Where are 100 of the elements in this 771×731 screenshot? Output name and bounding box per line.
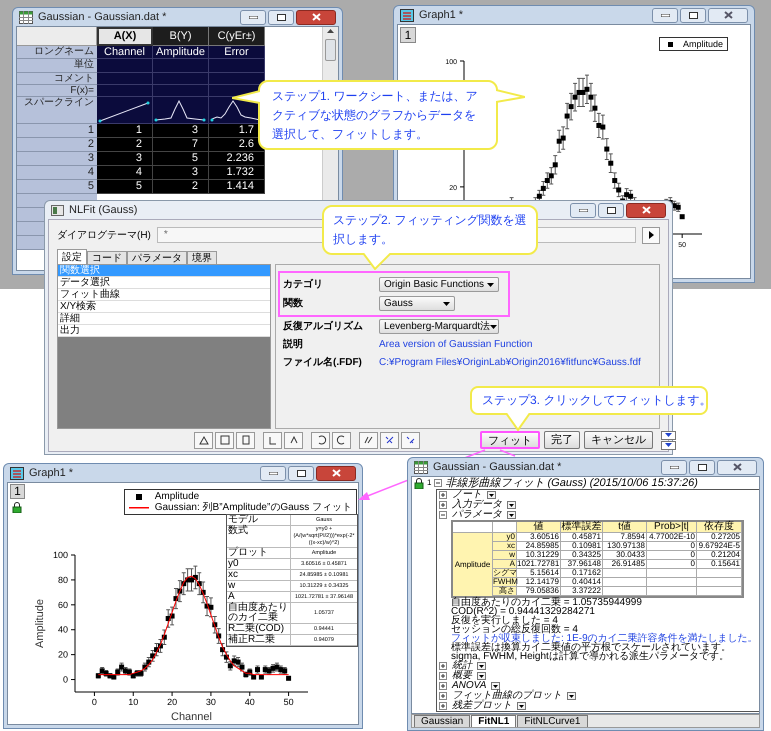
toolbar-button[interactable]: [359, 432, 378, 448]
maximize-button[interactable]: [680, 8, 706, 22]
dropdown-icon[interactable]: [487, 491, 496, 499]
sheet-tab[interactable]: Gaussian: [414, 715, 470, 727]
maximize-button[interactable]: [598, 202, 624, 218]
list-item[interactable]: データ選択: [58, 277, 270, 289]
dropdown-icon[interactable]: [491, 682, 500, 690]
table-cell: プロット: [227, 548, 291, 558]
minimize-icon: [248, 16, 258, 18]
dropdown-icon[interactable]: [517, 702, 526, 710]
link-text[interactable]: Area version of Gaussian Function: [379, 337, 532, 352]
scroll-up-button[interactable]: [661, 430, 676, 440]
list-item[interactable]: フィット曲線: [58, 289, 270, 301]
toolbar-button[interactable]: [263, 432, 282, 448]
scatter-legend-icon: [668, 42, 673, 46]
close-button[interactable]: [316, 466, 356, 480]
expand-icon[interactable]: [439, 501, 447, 509]
note-text: フィットが収束しました: 1E-9のカイ二乗許容条件を満たしました。: [451, 634, 758, 643]
close-button[interactable]: [717, 460, 757, 474]
dialog-button[interactable]: 完了: [544, 431, 580, 449]
dropdown-icon[interactable]: [477, 662, 486, 670]
sheet-tab[interactable]: FitNLCurve1: [517, 715, 588, 727]
list-item[interactable]: X/Y検索: [58, 301, 270, 313]
dropdown[interactable]: Gauss: [379, 296, 455, 311]
toolbar-button[interactable]: [380, 432, 399, 448]
dropdown-icon[interactable]: [507, 511, 516, 519]
dropdown[interactable]: Origin Basic Functions: [379, 277, 499, 292]
dialog-button[interactable]: フィット: [480, 431, 540, 449]
arrow-button[interactable]: [642, 226, 660, 244]
window-title: Graph1 *: [419, 8, 464, 23]
expand-icon[interactable]: [439, 692, 447, 700]
toolbar-button[interactable]: [401, 432, 420, 448]
scroll-thumb[interactable]: [325, 39, 336, 61]
toolbar-button[interactable]: [311, 432, 330, 448]
row-header: 2: [17, 138, 97, 152]
layer-button[interactable]: 1: [10, 484, 25, 499]
table-cell: 数式: [227, 526, 291, 547]
dropdown-icon[interactable]: [567, 692, 576, 700]
close-button[interactable]: [296, 10, 336, 24]
callout: ステップ1. ワークシート、または、アクティブな状態のグラフからデータを選択して、フィットします。: [258, 80, 498, 150]
collapse-icon[interactable]: [439, 511, 447, 519]
toolbar-button[interactable]: [332, 432, 351, 448]
table-cell: 0.34325: [572, 550, 601, 559]
minimize-button[interactable]: [570, 202, 596, 218]
tick-label: 40: [244, 697, 255, 707]
dropdown-icon[interactable]: [477, 672, 486, 680]
close-button[interactable]: [708, 8, 748, 22]
toolbar-button[interactable]: [194, 432, 213, 448]
lock-icon: [12, 502, 22, 513]
close-button[interactable]: [626, 202, 666, 218]
expand-icon[interactable]: [439, 491, 447, 499]
table-cell: 2: [97, 138, 153, 152]
minimize-icon: [660, 14, 670, 16]
tab[interactable]: 境界: [187, 251, 217, 264]
section-heading: 統計: [452, 661, 472, 671]
column-header[interactable]: B(Y): [153, 27, 209, 46]
dropdown[interactable]: Levenberg-Marquardt法: [379, 319, 499, 334]
maximize-button[interactable]: [268, 10, 294, 24]
table-cell: 5: [97, 180, 153, 194]
toolbar-button[interactable]: [236, 432, 255, 448]
link-text[interactable]: C:¥Program Files¥OriginLab¥Origin2016¥fitfunc¥Gauss.fdf: [379, 355, 641, 370]
tab[interactable]: パラメータ: [127, 251, 187, 264]
collapse-icon[interactable]: [434, 479, 442, 487]
list-item[interactable]: 出力: [58, 325, 270, 337]
toolbar-button[interactable]: [284, 432, 303, 448]
row-header: F(x)=: [17, 85, 97, 97]
table-cell: 37.96148: [568, 559, 601, 568]
table-cell: 3: [97, 152, 153, 166]
column-header[interactable]: C(yEr±): [209, 27, 265, 46]
section-heading: 残差プロット: [452, 701, 512, 711]
window-title: Gaussian - Gaussian.dat *: [433, 460, 562, 475]
minimize-button[interactable]: [652, 8, 678, 22]
maximize-button[interactable]: [689, 460, 715, 474]
tool-icon: [266, 434, 278, 446]
table-cell: 5: [153, 152, 209, 166]
tool-icon: [362, 434, 374, 446]
minimize-button[interactable]: [260, 466, 286, 480]
table-cell: w: [227, 581, 291, 591]
expand-icon[interactable]: [439, 702, 447, 710]
column-header[interactable]: A(X): [97, 27, 153, 46]
expand-icon[interactable]: [439, 672, 447, 680]
dropdown-icon[interactable]: [507, 501, 516, 509]
column-header: Prob>|t|: [647, 522, 697, 532]
expand-icon[interactable]: [439, 662, 447, 670]
up-arrow-icon[interactable]: [327, 29, 334, 33]
table-cell: 9.67924E-5: [698, 541, 740, 550]
tool-icon: [218, 434, 230, 446]
dialog-button[interactable]: キャンセル: [584, 431, 653, 449]
expand-icon[interactable]: [439, 682, 447, 690]
list-item[interactable]: 詳細: [58, 313, 270, 325]
minimize-button[interactable]: [240, 10, 266, 24]
layer-button[interactable]: 1: [400, 27, 416, 43]
tab[interactable]: 設定: [57, 249, 87, 264]
minimize-button[interactable]: [661, 460, 687, 474]
scroll-down-button[interactable]: [661, 440, 676, 450]
table-cell: 0.40414: [572, 577, 601, 586]
toolbar-button[interactable]: [215, 432, 234, 448]
tab[interactable]: コード: [87, 251, 127, 264]
maximize-button[interactable]: [288, 466, 314, 480]
sheet-tab[interactable]: FitNL1: [471, 715, 516, 727]
